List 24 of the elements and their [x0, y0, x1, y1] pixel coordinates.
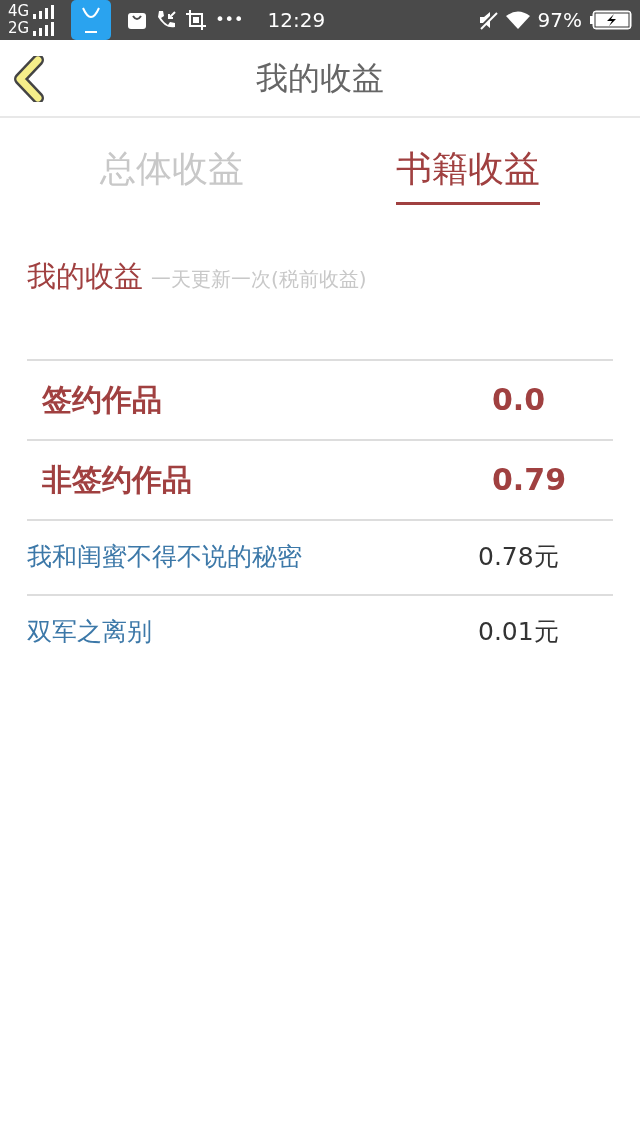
book-title[interactable]: 双军之离别: [27, 613, 478, 651]
category-label: 签约作品: [42, 381, 163, 419]
clock: 12:29: [267, 7, 326, 34]
network-label: 4G: [8, 3, 30, 20]
mute-icon: [477, 10, 498, 30]
bag-icon: [127, 10, 148, 30]
book-amount: 0.78元: [478, 541, 559, 574]
screenshot-icon: [185, 9, 208, 31]
book-amount: 0.01元: [478, 616, 559, 649]
battery-percent: 97%: [537, 7, 582, 34]
more-indicator: •••: [215, 9, 244, 31]
category-label: 非签约作品: [42, 461, 193, 499]
battery-icon: [590, 10, 632, 30]
network-label: 2G: [8, 20, 30, 37]
signal-icon: [33, 4, 56, 19]
signal-icon: [33, 21, 56, 36]
category-amount: 0.0: [492, 381, 546, 419]
page-title: 我的收益: [256, 58, 384, 99]
app-icon: [71, 0, 112, 40]
book-title[interactable]: 我和闺蜜不得不说的秘密: [27, 538, 478, 576]
section-title: 我的收益: [27, 258, 143, 295]
tab[interactable]: 书籍收益: [396, 142, 540, 205]
category-amount: 0.79: [492, 461, 567, 499]
wifi-icon: [505, 10, 530, 30]
